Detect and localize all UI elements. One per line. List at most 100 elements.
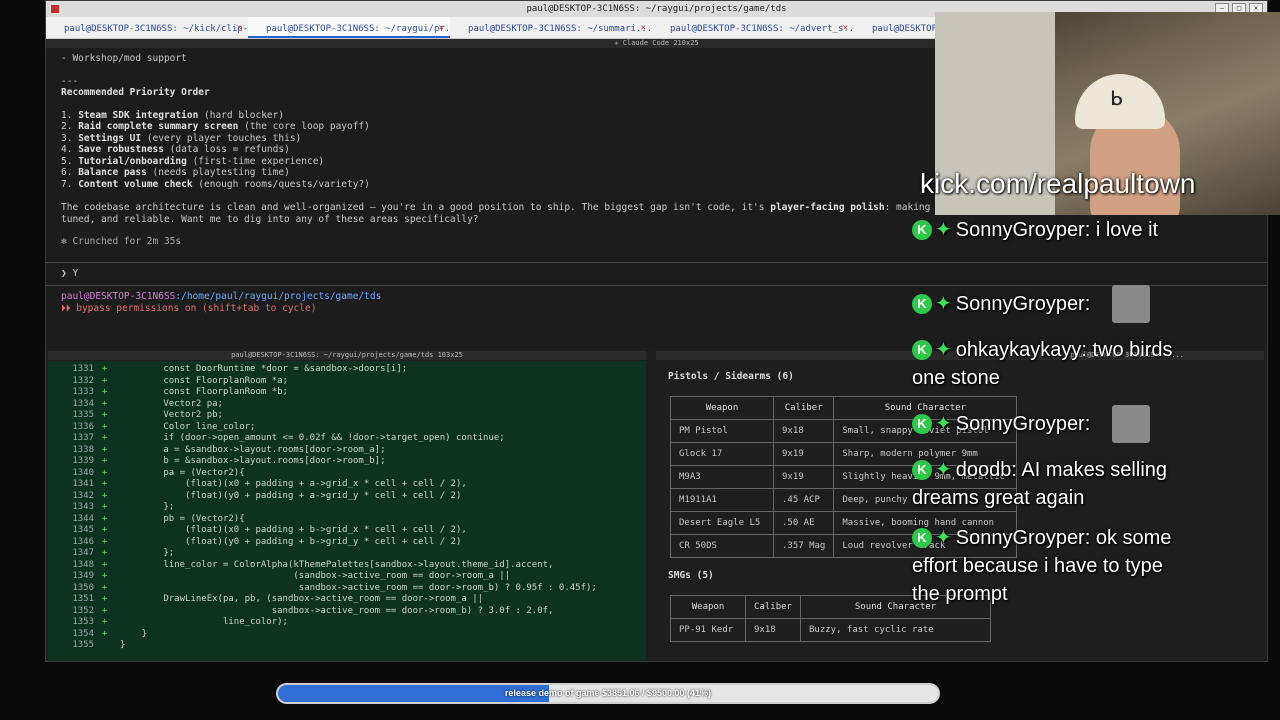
table-row: PP-91 Kedr 9x18 Buzzy, fast cyclic rate — [670, 618, 991, 642]
line-number: 1351 — [72, 594, 94, 604]
code-line: 1343 + }; — [48, 502, 646, 514]
code-line: 1353 + line_color); — [48, 617, 646, 629]
kick-badge-icon: K — [912, 294, 932, 314]
table-cell: PP-91 Kedr — [670, 618, 746, 642]
tab-label: paul@DESKTOP-3C1N6SS: ~/kick/clip-... — [64, 24, 248, 34]
close-tab-icon[interactable]: ✕ — [237, 23, 242, 33]
code-text: DrawLineEx(pa, pb, (sandbox->active_room… — [120, 594, 484, 604]
emote-image — [1112, 405, 1150, 443]
code-line: 1342 + (float)(y0 + padding + a->grid_y *… — [48, 491, 646, 503]
diff-marker: + — [102, 628, 108, 639]
code-text: (float)(x0 + padding + a->grid_x * cell … — [120, 479, 467, 489]
code-text: line_color); — [120, 617, 288, 627]
tab-label: paul@DESKTOP-3C1N6SS: ~/advert_s... — [670, 24, 854, 34]
code-text: Vector2 pa; — [120, 398, 223, 409]
tab-label: paul@DESKTOP-3C1N6SS: ~/raygui/pr... — [266, 24, 450, 34]
sub-badge-icon: ✦ — [935, 339, 952, 361]
code-text: }; — [120, 548, 175, 558]
code-line: 1331 + const DoorRuntime *door = &sandbox… — [48, 364, 646, 376]
code-text: (float)(y0 + padding + a->grid_y * cell … — [120, 490, 462, 501]
code-line: 1345 + (float)(x0 + padding + b->grid_x *… — [48, 525, 646, 537]
pane-title: ✳ Claude Code 210x25 — [614, 39, 699, 47]
code-line: 1347 + }; — [48, 548, 646, 560]
line-number: 1339 — [72, 456, 94, 466]
table-cell: .50 AE — [772, 511, 835, 535]
diff-marker: + — [102, 513, 108, 524]
table-cell: 9x19 — [772, 442, 835, 466]
line-number: 1350 — [72, 582, 94, 593]
line-number: 1331 — [72, 364, 94, 374]
window-title: paul@DESKTOP-3C1N6SS: ~/raygui/projects/… — [526, 4, 787, 14]
kick-badge-icon: K — [912, 414, 932, 434]
line-number: 1347 — [72, 548, 94, 558]
code-text: } — [120, 628, 148, 639]
code-line: 1351 + DrawLineEx(pa, pb, (sandbox->activ… — [48, 594, 646, 606]
code-line: 1336 + Color line_color; — [48, 422, 646, 434]
column-header: Caliber — [745, 595, 801, 619]
code-text: (float)(y0 + padding + b->grid_y * cell … — [120, 536, 462, 547]
code-text: }; — [120, 502, 175, 512]
table-cell: 9x19 — [772, 465, 835, 489]
code-line: 1355 } — [48, 640, 646, 652]
emote-image — [1112, 285, 1150, 323]
code-line: 1341 + (float)(x0 + padding + a->grid_x *… — [48, 479, 646, 491]
prompt-input[interactable]: ❯ Y — [61, 268, 1252, 280]
tab-summari[interactable]: paul@DESKTOP-3C1N6SS: ~/summari... ✕ — [450, 17, 652, 38]
line-number: 1352 — [72, 605, 94, 616]
diff-marker — [98, 640, 120, 652]
code-line: 1352 + sandbox->active_room == door->room… — [48, 606, 646, 618]
goal-label: release demo of game $3851.06 / $9500.00… — [504, 688, 712, 698]
line-number: 1349 — [72, 571, 94, 581]
chat-message: K ✦ SonnyGroyper: i love it — [912, 216, 1180, 244]
table-cell: CR 50DS — [670, 534, 774, 558]
close-tab-icon[interactable]: ✕ — [843, 23, 848, 33]
diff-marker: + — [102, 605, 108, 616]
table-cell: M9A3 — [670, 465, 774, 489]
line-number: 1332 — [72, 375, 94, 386]
code-text: Vector2 pb; — [120, 410, 223, 420]
tab-advert[interactable]: paul@DESKTOP-3C1N6SS: ~/advert_s... ✕ — [652, 17, 854, 38]
sub-badge-icon: ✦ — [935, 459, 952, 481]
code-line: 1338 + a = &sandbox->layout.rooms[door->r… — [48, 445, 646, 457]
code-text: a = &sandbox->layout.rooms[door->room_a]… — [120, 444, 386, 455]
kick-badge-icon: K — [912, 460, 932, 480]
diff-marker: + — [102, 525, 108, 535]
close-tab-icon[interactable]: ✕ — [439, 23, 444, 33]
kick-badge-icon: K — [912, 528, 932, 548]
table-cell: .357 Mag — [772, 534, 835, 558]
line-number: 1334 — [72, 398, 94, 409]
column-header: Weapon — [670, 595, 746, 619]
code-diff-pane[interactable]: 1331 + const DoorRuntime *door = &sandbox… — [48, 361, 646, 661]
kick-badge-icon: K — [912, 340, 932, 360]
line-number: 1335 — [72, 410, 94, 420]
sub-badge-icon: ✦ — [935, 293, 952, 315]
chat-message: K ✦ SonnyGroyper: ok some effort because i… — [912, 524, 1180, 608]
code-text: (sandbox->active_room == door->room_a || — [120, 571, 511, 581]
code-text: sandbox->active_room == door->room_b) ? … — [120, 582, 597, 593]
code-line: 1334 + Vector2 pa; — [48, 399, 646, 411]
kick-logo: ᖯ — [1110, 86, 1123, 110]
code-line: 1335 + Vector2 pb; — [48, 410, 646, 422]
table-cell: 9x18 — [772, 419, 835, 443]
code-text: pa = (Vector2){ — [120, 467, 245, 478]
line-number: 1338 — [72, 444, 94, 455]
diff-marker: + — [102, 398, 108, 409]
code-line: 1332 + const FloorplanRoom *a; — [48, 376, 646, 388]
line-number: 1341 — [72, 479, 94, 489]
code-text: b = &sandbox->layout.rooms[door->room_b]… — [120, 456, 386, 466]
code-line: 1346 + (float)(y0 + padding + b->grid_y *… — [48, 537, 646, 549]
code-text: line_color = ColorAlpha(kThemePalettes[s… — [120, 559, 554, 570]
code-line: 1339 + b = &sandbox->layout.rooms[door->r… — [48, 456, 646, 468]
close-tab-icon[interactable]: ✕ — [641, 23, 646, 33]
kick-url: kick.com/realpaultown — [920, 168, 1196, 199]
column-header: Caliber — [772, 396, 835, 420]
table-cell: 9x18 — [745, 618, 801, 642]
table-cell: Desert Eagle L5 — [670, 511, 774, 535]
line-number: 1337 — [72, 433, 94, 443]
code-text: sandbox->active_room == door->room_b) ? … — [120, 605, 554, 616]
diff-marker: + — [102, 571, 108, 581]
tab-raygui[interactable]: paul@DESKTOP-3C1N6SS: ~/raygui/pr... ✕ — [248, 17, 450, 38]
tab-kick-clip[interactable]: paul@DESKTOP-3C1N6SS: ~/kick/clip-... ✕ — [46, 17, 248, 38]
code-line: 1349 + (sandbox->active_room == door->roo… — [48, 571, 646, 583]
code-line: 1333 + const FloorplanRoom *b; — [48, 387, 646, 399]
